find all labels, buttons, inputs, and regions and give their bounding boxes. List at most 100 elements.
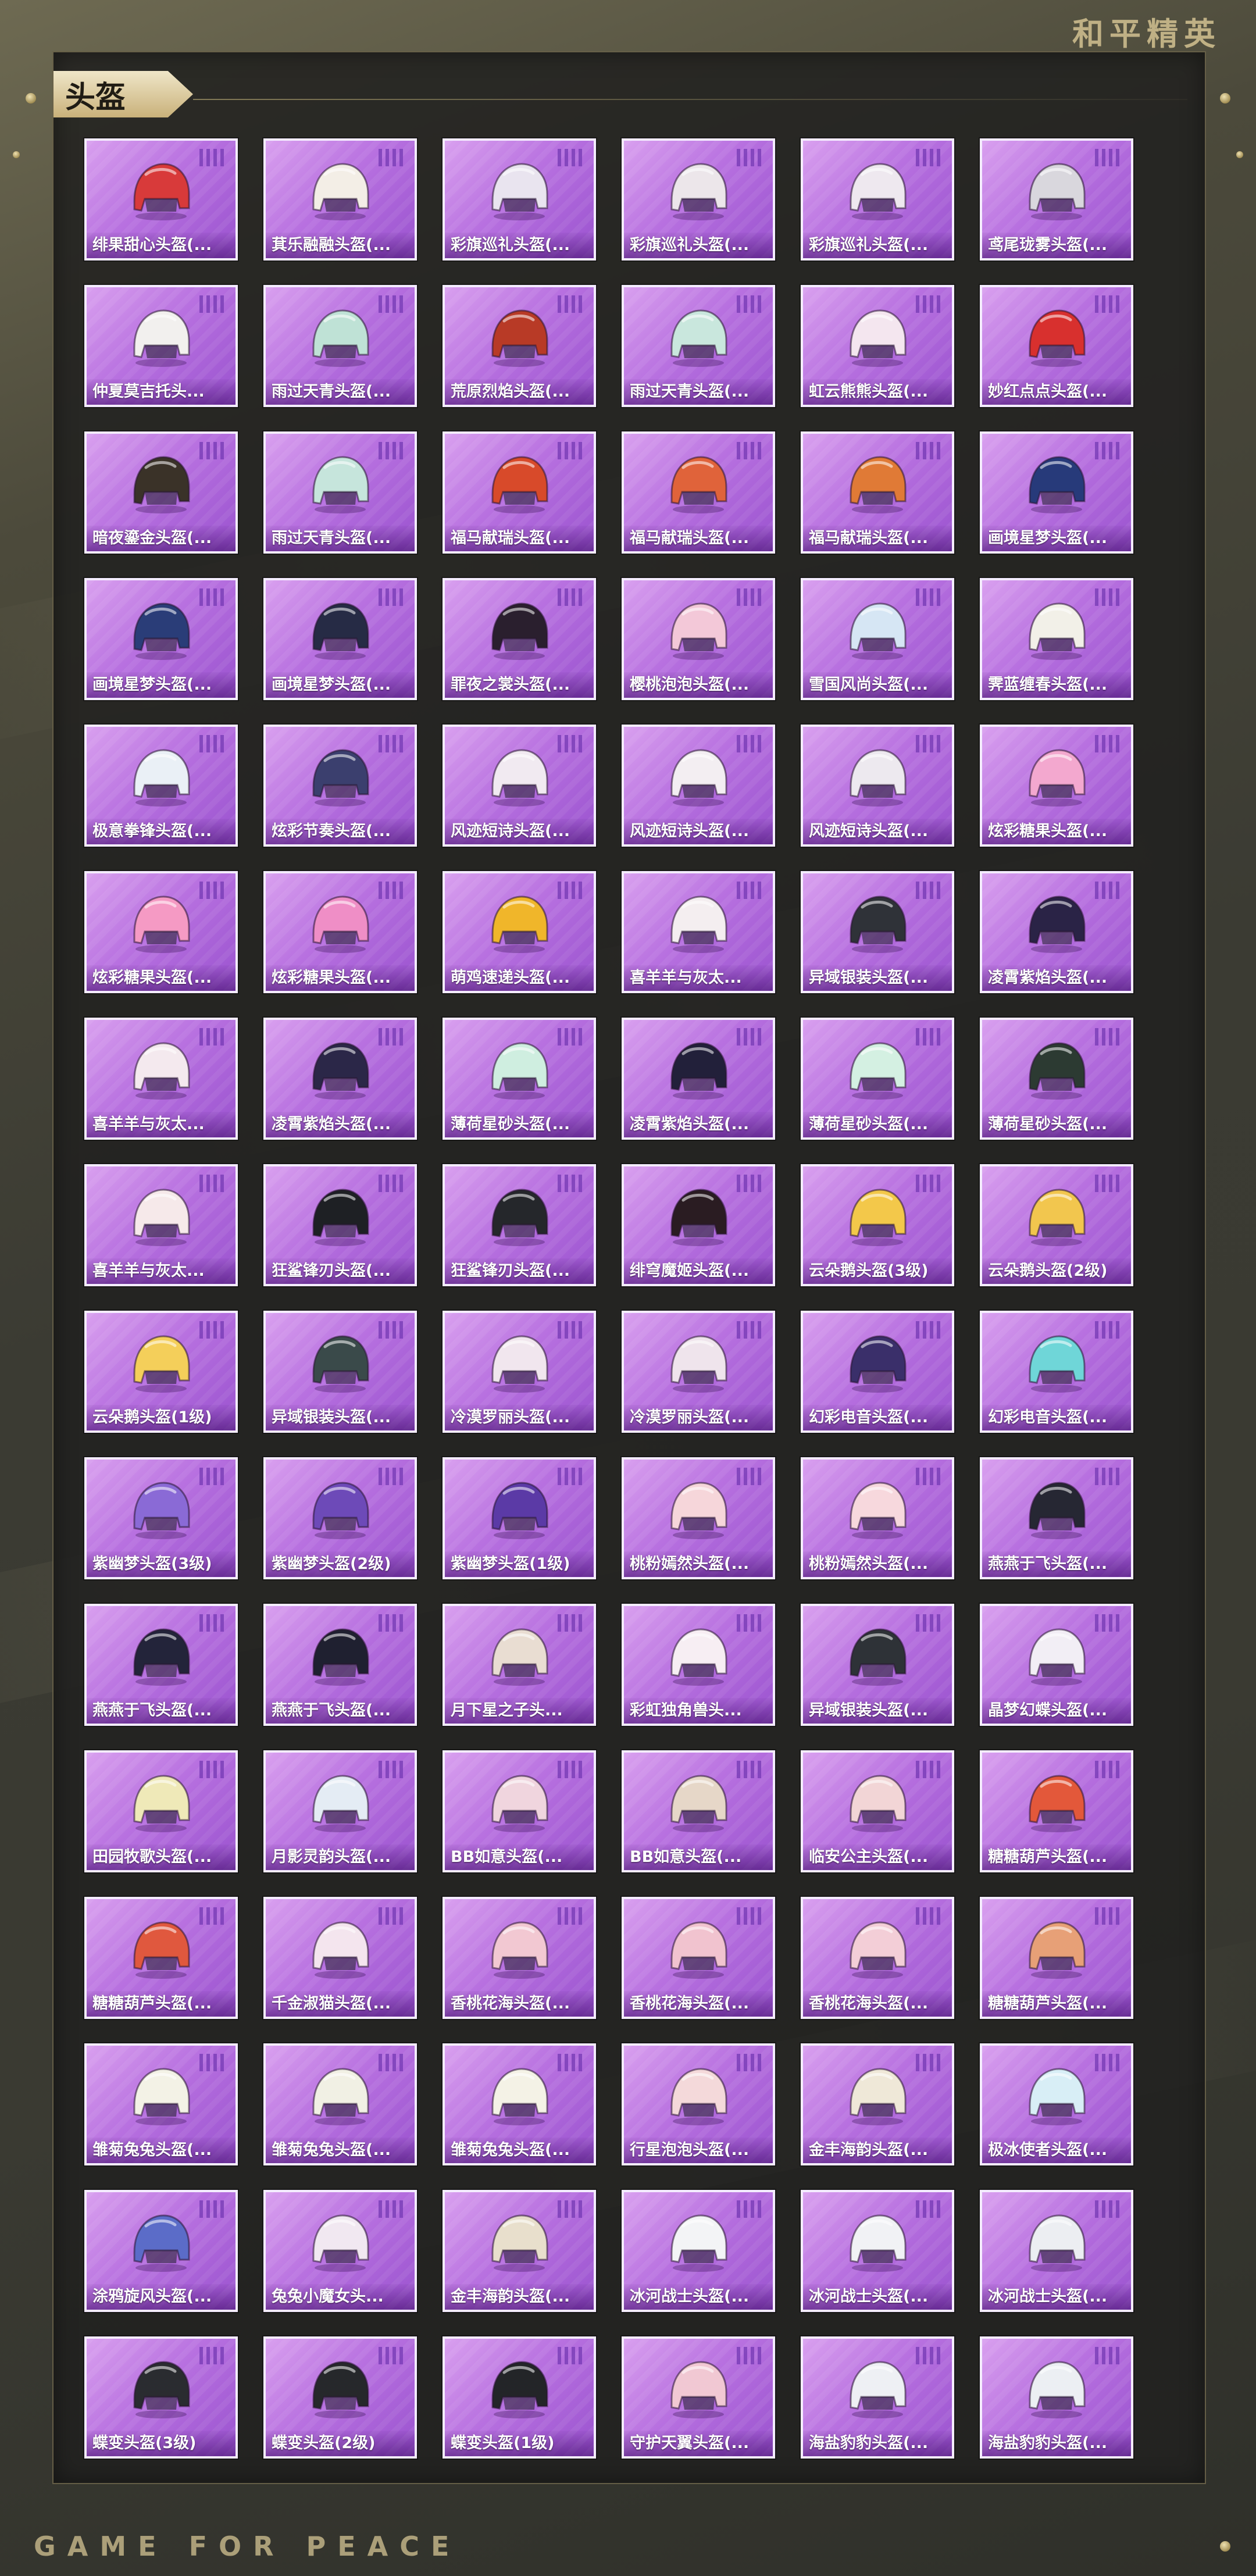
helmet-card[interactable]: 云朵鹅头盔(2级) bbox=[980, 1164, 1133, 1286]
helmet-card[interactable]: 风迹短诗头盔(... bbox=[801, 725, 954, 847]
helmet-card[interactable]: 雏菊兔兔头盔(... bbox=[443, 2043, 596, 2165]
helmet-card[interactable]: 荒原烈焰头盔(... bbox=[443, 285, 596, 407]
helmet-card[interactable]: 画境星梦头盔(... bbox=[980, 431, 1133, 554]
helmet-card[interactable]: 田园牧歌头盔(... bbox=[84, 1750, 238, 1872]
helmet-card[interactable]: 炫彩糖果头盔(... bbox=[84, 871, 238, 993]
helmet-card[interactable]: 冰河战士头盔(... bbox=[801, 2190, 954, 2312]
helmet-card[interactable]: 喜羊羊与灰太... bbox=[84, 1018, 238, 1140]
helmet-card[interactable]: 画境星梦头盔(... bbox=[84, 578, 238, 700]
helmet-card[interactable]: 行星泡泡头盔(... bbox=[622, 2043, 775, 2165]
helmet-card[interactable]: 蝶变头盔(1级) bbox=[443, 2336, 596, 2459]
helmet-card[interactable]: 凌霄紫焰头盔(... bbox=[622, 1018, 775, 1140]
helmet-card[interactable]: 紫幽梦头盔(1级) bbox=[443, 1457, 596, 1579]
helmet-card[interactable]: 香桃花海头盔(... bbox=[443, 1897, 596, 2019]
helmet-card[interactable]: 月影灵韵头盔(... bbox=[263, 1750, 417, 1872]
helmet-card[interactable]: 紫幽梦头盔(2级) bbox=[263, 1457, 417, 1579]
helmet-card[interactable]: 雨过天青头盔(... bbox=[263, 285, 417, 407]
helmet-card[interactable]: 糖糖葫芦头盔(... bbox=[980, 1897, 1133, 2019]
helmet-card[interactable]: 画境星梦头盔(... bbox=[263, 578, 417, 700]
helmet-card[interactable]: 冰河战士头盔(... bbox=[980, 2190, 1133, 2312]
helmet-card[interactable]: 冰河战士头盔(... bbox=[622, 2190, 775, 2312]
helmet-card[interactable]: 紫幽梦头盔(3级) bbox=[84, 1457, 238, 1579]
helmet-card[interactable]: 虹云熊熊头盔(... bbox=[801, 285, 954, 407]
helmet-card[interactable]: 金丰海韵头盔(... bbox=[443, 2190, 596, 2312]
helmet-card[interactable]: 雨过天青头盔(... bbox=[622, 285, 775, 407]
helmet-card[interactable]: 云朵鹅头盔(1级) bbox=[84, 1311, 238, 1433]
helmet-card[interactable]: 凌霄紫焰头盔(... bbox=[980, 871, 1133, 993]
helmet-card[interactable]: 雏菊兔兔头盔(... bbox=[84, 2043, 238, 2165]
helmet-card[interactable]: 海盐豹豹头盔(... bbox=[980, 2336, 1133, 2459]
helmet-card[interactable]: 绯穹魔姬头盔(... bbox=[622, 1164, 775, 1286]
helmet-card[interactable]: 冷漠罗丽头盔(... bbox=[443, 1311, 596, 1433]
helmet-card[interactable]: 异域银装头盔(... bbox=[263, 1311, 417, 1433]
helmet-card[interactable]: 妙红点点头盔(... bbox=[980, 285, 1133, 407]
helmet-card[interactable]: 香桃花海头盔(... bbox=[801, 1897, 954, 2019]
helmet-card[interactable]: 仲夏莫吉托头... bbox=[84, 285, 238, 407]
helmet-card[interactable]: 喜羊羊与灰太... bbox=[622, 871, 775, 993]
helmet-card[interactable]: 幻彩电音头盔(... bbox=[980, 1311, 1133, 1433]
helmet-card[interactable]: 炫彩糖果头盔(... bbox=[263, 871, 417, 993]
helmet-card[interactable]: 雏菊兔兔头盔(... bbox=[263, 2043, 417, 2165]
helmet-card[interactable]: 霁蓝缠春头盔(... bbox=[980, 578, 1133, 700]
helmet-card[interactable]: 月下星之子头... bbox=[443, 1604, 596, 1726]
helmet-card[interactable]: 晶梦幻蝶头盔(... bbox=[980, 1604, 1133, 1726]
helmet-card[interactable]: 狂鲨锋刃头盔(... bbox=[443, 1164, 596, 1286]
helmet-card[interactable]: 彩旗巡礼头盔(... bbox=[443, 138, 596, 261]
helmet-card[interactable]: 绯果甜心头盔(... bbox=[84, 138, 238, 261]
helmet-card[interactable]: 云朵鹅头盔(3级) bbox=[801, 1164, 954, 1286]
helmet-card[interactable]: 海盐豹豹头盔(... bbox=[801, 2336, 954, 2459]
helmet-card[interactable]: 福马献瑞头盔(... bbox=[443, 431, 596, 554]
helmet-card[interactable]: 极意拳锋头盔(... bbox=[84, 725, 238, 847]
helmet-card[interactable]: 兔兔小魔女头... bbox=[263, 2190, 417, 2312]
helmet-card[interactable]: 薄荷星砂头盔(... bbox=[443, 1018, 596, 1140]
rarity-bars-icon bbox=[199, 1614, 224, 1632]
helmet-card[interactable]: 喜羊羊与灰太... bbox=[84, 1164, 238, 1286]
helmet-card[interactable]: 薄荷星砂头盔(... bbox=[801, 1018, 954, 1140]
helmet-card[interactable]: 萁乐融融头盔(... bbox=[263, 138, 417, 261]
helmet-card[interactable]: 燕燕于飞头盔(... bbox=[263, 1604, 417, 1726]
helmet-card[interactable]: 福马献瑞头盔(... bbox=[801, 431, 954, 554]
helmet-card[interactable]: 炫彩节奏头盔(... bbox=[263, 725, 417, 847]
helmet-card[interactable]: 暗夜鎏金头盔(... bbox=[84, 431, 238, 554]
helmet-card[interactable]: 风迹短诗头盔(... bbox=[443, 725, 596, 847]
helmet-card[interactable]: BB如意头盔(... bbox=[443, 1750, 596, 1872]
helmet-card[interactable]: BB如意头盔(... bbox=[622, 1750, 775, 1872]
helmet-card[interactable]: 异域银装头盔(... bbox=[801, 871, 954, 993]
helmet-card[interactable]: 香桃花海头盔(... bbox=[622, 1897, 775, 2019]
helmet-card[interactable]: 涂鸦旋风头盔(... bbox=[84, 2190, 238, 2312]
helmet-card[interactable]: 薄荷星砂头盔(... bbox=[980, 1018, 1133, 1140]
helmet-card[interactable]: 燕燕于飞头盔(... bbox=[980, 1457, 1133, 1579]
helmet-card[interactable]: 幻彩电音头盔(... bbox=[801, 1311, 954, 1433]
helmet-card[interactable]: 雪国风尚头盔(... bbox=[801, 578, 954, 700]
helmet-card[interactable]: 糖糖葫芦头盔(... bbox=[980, 1750, 1133, 1872]
helmet-card[interactable]: 异域银装头盔(... bbox=[801, 1604, 954, 1726]
helmet-card[interactable]: 蝶变头盔(3级) bbox=[84, 2336, 238, 2459]
helmet-card[interactable]: 凌霄紫焰头盔(... bbox=[263, 1018, 417, 1140]
helmet-card[interactable]: 彩旗巡礼头盔(... bbox=[622, 138, 775, 261]
helmet-card[interactable]: 风迹短诗头盔(... bbox=[622, 725, 775, 847]
helmet-card[interactable]: 鸢尾珑雾头盔(... bbox=[980, 138, 1133, 261]
helmet-card[interactable]: 蝶变头盔(2级) bbox=[263, 2336, 417, 2459]
helmet-card[interactable]: 燕燕于飞头盔(... bbox=[84, 1604, 238, 1726]
helmet-card[interactable]: 临安公主头盔(... bbox=[801, 1750, 954, 1872]
helmet-card[interactable]: 桃粉嫣然头盔(... bbox=[801, 1457, 954, 1579]
rarity-bars-icon bbox=[199, 2200, 224, 2218]
helmet-card[interactable]: 狂鲨锋刃头盔(... bbox=[263, 1164, 417, 1286]
helmet-card[interactable]: 桃粉嫣然头盔(... bbox=[622, 1457, 775, 1579]
helmet-card[interactable]: 冷漠罗丽头盔(... bbox=[622, 1311, 775, 1433]
helmet-card[interactable]: 极冰使者头盔(... bbox=[980, 2043, 1133, 2165]
helmet-card[interactable]: 炫彩糖果头盔(... bbox=[980, 725, 1133, 847]
helmet-card[interactable]: 福马献瑞头盔(... bbox=[622, 431, 775, 554]
rarity-bars-icon bbox=[199, 149, 224, 166]
helmet-card[interactable]: 萌鸡速递头盔(... bbox=[443, 871, 596, 993]
helmet-card[interactable]: 罪夜之裳头盔(... bbox=[443, 578, 596, 700]
helmet-card[interactable]: 彩旗巡礼头盔(... bbox=[801, 138, 954, 261]
helmet-card[interactable]: 彩虹独角兽头... bbox=[622, 1604, 775, 1726]
helmet-card[interactable]: 千金淑猫头盔(... bbox=[263, 1897, 417, 2019]
helmet-card[interactable]: 雨过天青头盔(... bbox=[263, 431, 417, 554]
helmet-card[interactable]: 守护天翼头盔(... bbox=[622, 2336, 775, 2459]
helmet-card[interactable]: 糖糖葫芦头盔(... bbox=[84, 1897, 238, 2019]
helmet-card[interactable]: 金丰海韵头盔(... bbox=[801, 2043, 954, 2165]
helmet-card[interactable]: 樱桃泡泡头盔(... bbox=[622, 578, 775, 700]
helmet-name: 炫彩节奏头盔(... bbox=[266, 819, 415, 844]
